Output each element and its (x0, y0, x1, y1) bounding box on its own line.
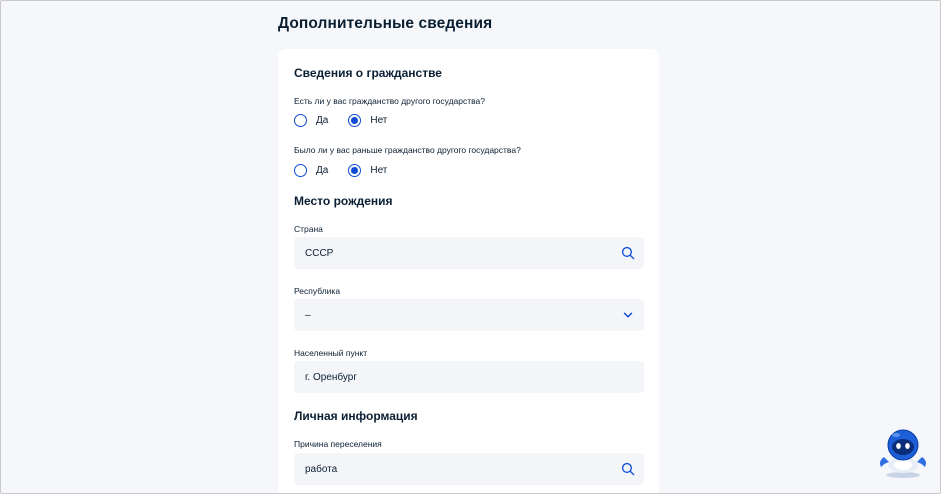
radio-label: Нет (370, 114, 388, 126)
radio-previous-yes[interactable]: Да (294, 163, 329, 177)
radio-circle-selected[interactable] (348, 163, 362, 177)
reason-label: Причина переселения (294, 439, 382, 449)
citizenship-heading: Сведения о гражданстве (294, 66, 442, 80)
locality-label: Населенный пункт (294, 348, 368, 358)
radio-circle[interactable] (294, 113, 307, 127)
country-value: СССР (305, 247, 334, 259)
radio-circle-selected[interactable] (348, 113, 362, 127)
reason-field[interactable]: работа (294, 453, 644, 485)
republic-value: – (305, 309, 311, 321)
personal-heading: Личная информация (294, 409, 418, 423)
radio-previous-no[interactable]: Нет (348, 163, 388, 177)
question-current-citizenship: Есть ли у вас гражданство другого госуда… (294, 96, 485, 106)
reason-value: работа (305, 463, 338, 475)
radio-dot (351, 116, 359, 124)
search-icon[interactable] (621, 462, 635, 476)
page: Дополнительные сведения Сведения о гражд… (0, 0, 941, 494)
radio-label: Нет (370, 164, 388, 176)
radio-dot (351, 166, 359, 174)
radio-label: Да (316, 114, 329, 126)
page-title: Дополнительные сведения (278, 15, 493, 32)
form-card: Сведения о гражданстве Есть ли у вас гра… (278, 49, 659, 493)
radio-group-previous-citizenship: Да Нет (294, 162, 403, 178)
locality-value: г. Оренбург (305, 371, 358, 383)
republic-label: Республика (294, 286, 341, 296)
radio-group-current-citizenship: Да Нет (294, 112, 403, 128)
search-icon[interactable] (621, 246, 635, 260)
country-label: Страна (294, 224, 323, 234)
birthplace-heading: Место рождения (294, 194, 393, 208)
assistant-robot-icon[interactable] (875, 427, 931, 479)
republic-select[interactable]: – (294, 299, 644, 331)
radio-circle[interactable] (294, 163, 307, 177)
question-previous-citizenship: Было ли у вас раньше гражданство другого… (294, 145, 521, 155)
radio-current-no[interactable]: Нет (348, 113, 388, 127)
locality-field[interactable]: г. Оренбург (294, 361, 644, 393)
chevron-down-icon[interactable] (621, 308, 635, 322)
radio-label: Да (316, 164, 329, 176)
radio-current-yes[interactable]: Да (294, 113, 329, 127)
country-field[interactable]: СССР (294, 237, 644, 269)
